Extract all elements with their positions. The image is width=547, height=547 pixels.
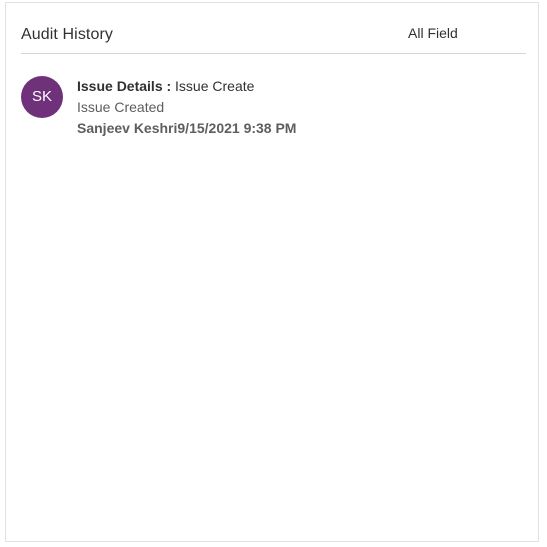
audit-entry-timestamp: 9/15/2021 9:38 PM — [177, 120, 297, 136]
audit-entry-action: Issue Created — [77, 99, 165, 115]
field-label: Issue Details : — [77, 78, 172, 94]
avatar: SK — [21, 76, 63, 118]
audit-history-panel: Audit History All Field SK Issue Details… — [5, 2, 539, 542]
audit-entry-user: Sanjeev Keshri — [77, 120, 178, 136]
field-filter-dropdown[interactable]: All Field — [408, 25, 458, 41]
field-value: Issue Create — [175, 78, 255, 94]
audit-entry-field: Issue Details : Issue Create — [77, 78, 254, 94]
page-title: Audit History — [21, 26, 113, 43]
audit-entry: SK Issue Details : Issue Create Issue Cr… — [21, 74, 521, 144]
audit-entry-meta: Sanjeev Keshri9/15/2021 9:38 PM — [77, 120, 296, 136]
audit-history-header: Audit History All Field — [21, 21, 526, 54]
